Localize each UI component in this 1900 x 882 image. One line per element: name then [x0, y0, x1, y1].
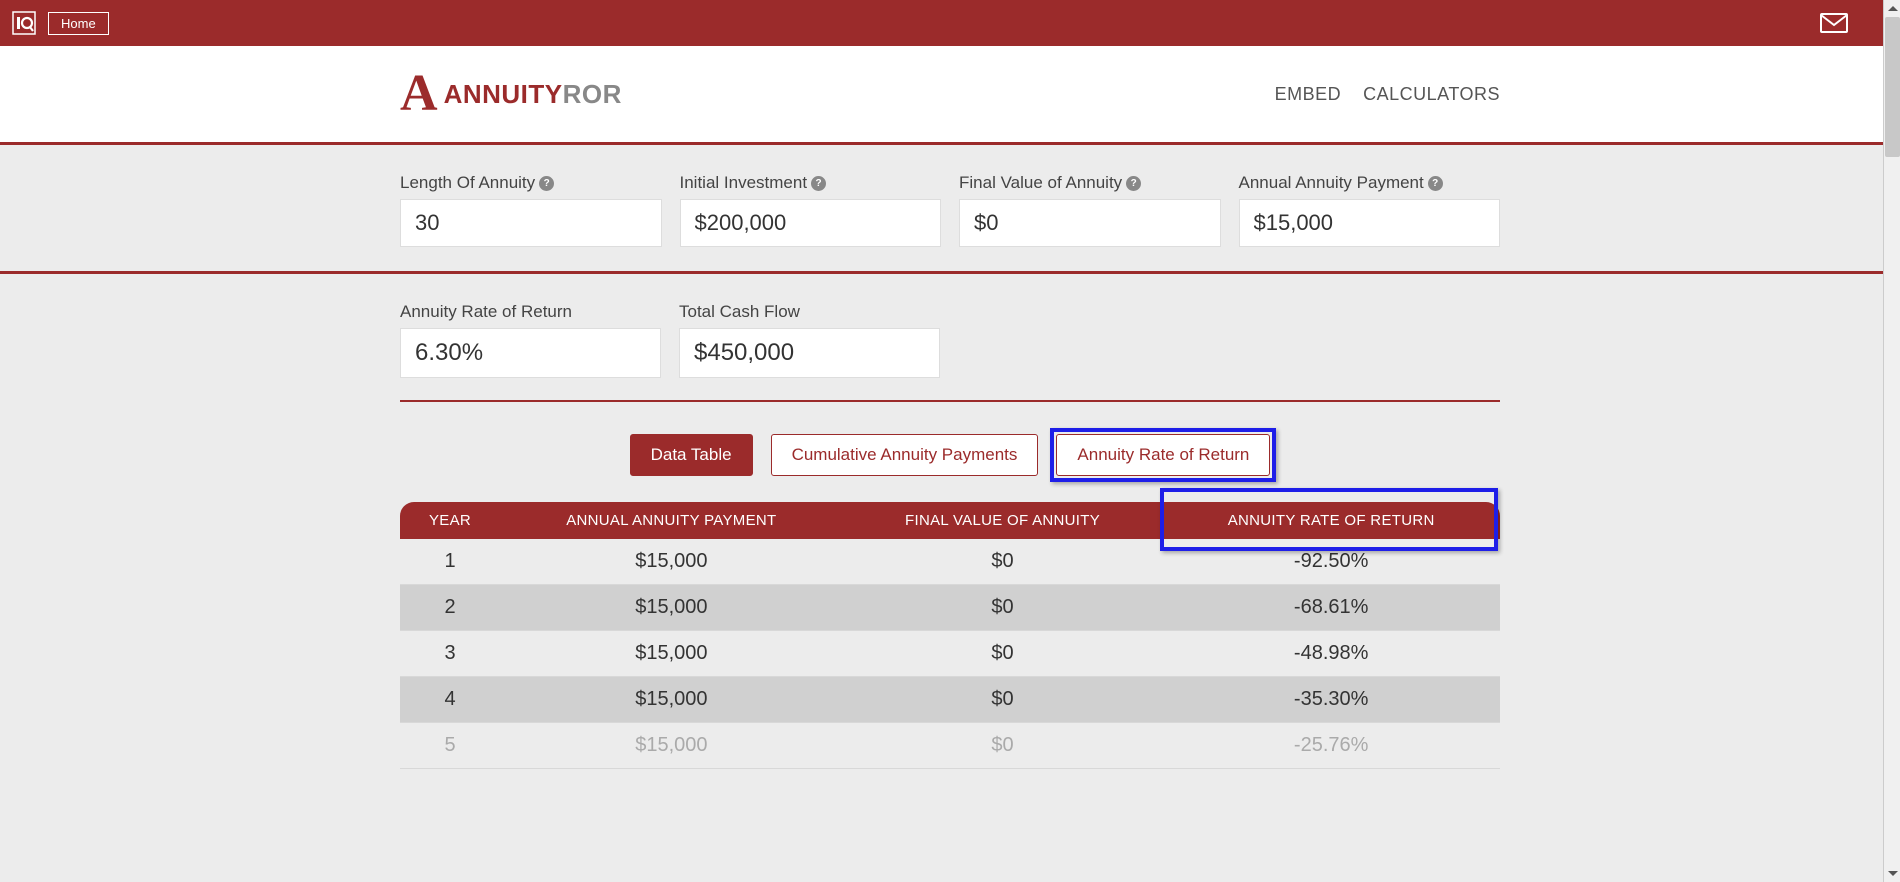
scroll-thumb[interactable]	[1885, 17, 1900, 157]
highlight-annotation-tab: Annuity Rate of Return	[1056, 434, 1270, 476]
view-tabs: Data Table Cumulative Annuity Payments A…	[400, 402, 1500, 502]
cell-year: 2	[400, 585, 500, 631]
table-header-row: YEAR ANNUAL ANNUITY PAYMENT FINAL VALUE …	[400, 502, 1500, 539]
iq-logo-icon[interactable]	[12, 11, 36, 35]
length-label: Length Of Annuity?	[400, 173, 662, 193]
cell-year: 1	[400, 539, 500, 585]
cell-payment: $15,000	[500, 539, 843, 585]
help-icon[interactable]: ?	[1428, 176, 1443, 191]
table-row: 4$15,000$0-35.30%	[400, 677, 1500, 723]
topbar-left: Home	[12, 11, 109, 35]
cell-ror: -92.50%	[1162, 539, 1500, 585]
initial-group: Initial Investment?	[680, 173, 942, 247]
tab-ror[interactable]: Annuity Rate of Return	[1056, 434, 1270, 476]
ror-result-value: 6.30%	[400, 328, 661, 378]
length-group: Length Of Annuity?	[400, 173, 662, 247]
payment-input[interactable]	[1239, 199, 1501, 247]
scroll-down-icon[interactable]	[1884, 865, 1900, 882]
cell-final: $0	[843, 585, 1163, 631]
cell-payment: $15,000	[500, 631, 843, 677]
cell-final: $0	[843, 539, 1163, 585]
th-payment: ANNUAL ANNUITY PAYMENT	[500, 502, 843, 539]
th-final: FINAL VALUE OF ANNUITY	[843, 502, 1163, 539]
payment-label: Annual Annuity Payment?	[1239, 173, 1501, 193]
cell-final: $0	[843, 677, 1163, 723]
table-row: 1$15,000$0-92.50%	[400, 539, 1500, 585]
scrollbar[interactable]	[1883, 0, 1900, 882]
cell-payment: $15,000	[500, 723, 843, 769]
cell-payment: $15,000	[500, 585, 843, 631]
initial-label: Initial Investment?	[680, 173, 942, 193]
th-year: YEAR	[400, 502, 500, 539]
site-logo[interactable]: A ANNUITYROR	[400, 68, 622, 120]
ror-result-group: Annuity Rate of Return 6.30%	[400, 302, 661, 378]
cell-final: $0	[843, 631, 1163, 677]
ror-result-label: Annuity Rate of Return	[400, 302, 661, 322]
initial-input[interactable]	[680, 199, 942, 247]
cell-payment: $15,000	[500, 677, 843, 723]
final-label: Final Value of Annuity?	[959, 173, 1221, 193]
final-group: Final Value of Annuity?	[959, 173, 1221, 247]
top-bar: Home	[0, 0, 1900, 46]
data-table: YEAR ANNUAL ANNUITY PAYMENT FINAL VALUE …	[400, 502, 1500, 769]
logo-letter: A	[400, 68, 438, 120]
site-header: A ANNUITYROR EMBED CALCULATORS	[0, 46, 1900, 145]
inputs-section: Length Of Annuity? Initial Investment? F…	[0, 145, 1900, 274]
payment-group: Annual Annuity Payment?	[1239, 173, 1501, 247]
cell-year: 4	[400, 677, 500, 723]
length-input[interactable]	[400, 199, 662, 247]
cell-ror: -48.98%	[1162, 631, 1500, 677]
nav-calculators[interactable]: CALCULATORS	[1363, 84, 1500, 105]
table-row: 3$15,000$0-48.98%	[400, 631, 1500, 677]
th-ror-text: ANNUITY RATE OF RETURN	[1228, 512, 1435, 529]
mail-icon[interactable]	[1820, 12, 1848, 34]
table-row: 2$15,000$0-68.61%	[400, 585, 1500, 631]
cash-result-group: Total Cash Flow $450,000	[679, 302, 940, 378]
help-icon[interactable]: ?	[1126, 176, 1141, 191]
cell-year: 5	[400, 723, 500, 769]
cell-year: 3	[400, 631, 500, 677]
cell-ror: -68.61%	[1162, 585, 1500, 631]
tab-cumulative[interactable]: Cumulative Annuity Payments	[771, 434, 1039, 476]
logo-text: ANNUITYROR	[444, 79, 622, 110]
cell-final: $0	[843, 723, 1163, 769]
main-nav: EMBED CALCULATORS	[1275, 84, 1500, 105]
cell-ror: -35.30%	[1162, 677, 1500, 723]
results-section: Annuity Rate of Return 6.30% Total Cash …	[0, 274, 1900, 769]
home-button[interactable]: Home	[48, 12, 109, 35]
help-icon[interactable]: ?	[539, 176, 554, 191]
help-icon[interactable]: ?	[811, 176, 826, 191]
th-ror: ANNUITY RATE OF RETURN	[1162, 502, 1500, 539]
nav-embed[interactable]: EMBED	[1275, 84, 1342, 105]
cell-ror: -25.76%	[1162, 723, 1500, 769]
final-input[interactable]	[959, 199, 1221, 247]
cash-result-label: Total Cash Flow	[679, 302, 940, 322]
table-row-partial: 5$15,000$0-25.76%	[400, 723, 1500, 769]
tab-data-table[interactable]: Data Table	[630, 434, 753, 476]
data-table-wrap: YEAR ANNUAL ANNUITY PAYMENT FINAL VALUE …	[400, 502, 1500, 769]
cash-result-value: $450,000	[679, 328, 940, 378]
scroll-up-icon[interactable]	[1884, 0, 1900, 17]
